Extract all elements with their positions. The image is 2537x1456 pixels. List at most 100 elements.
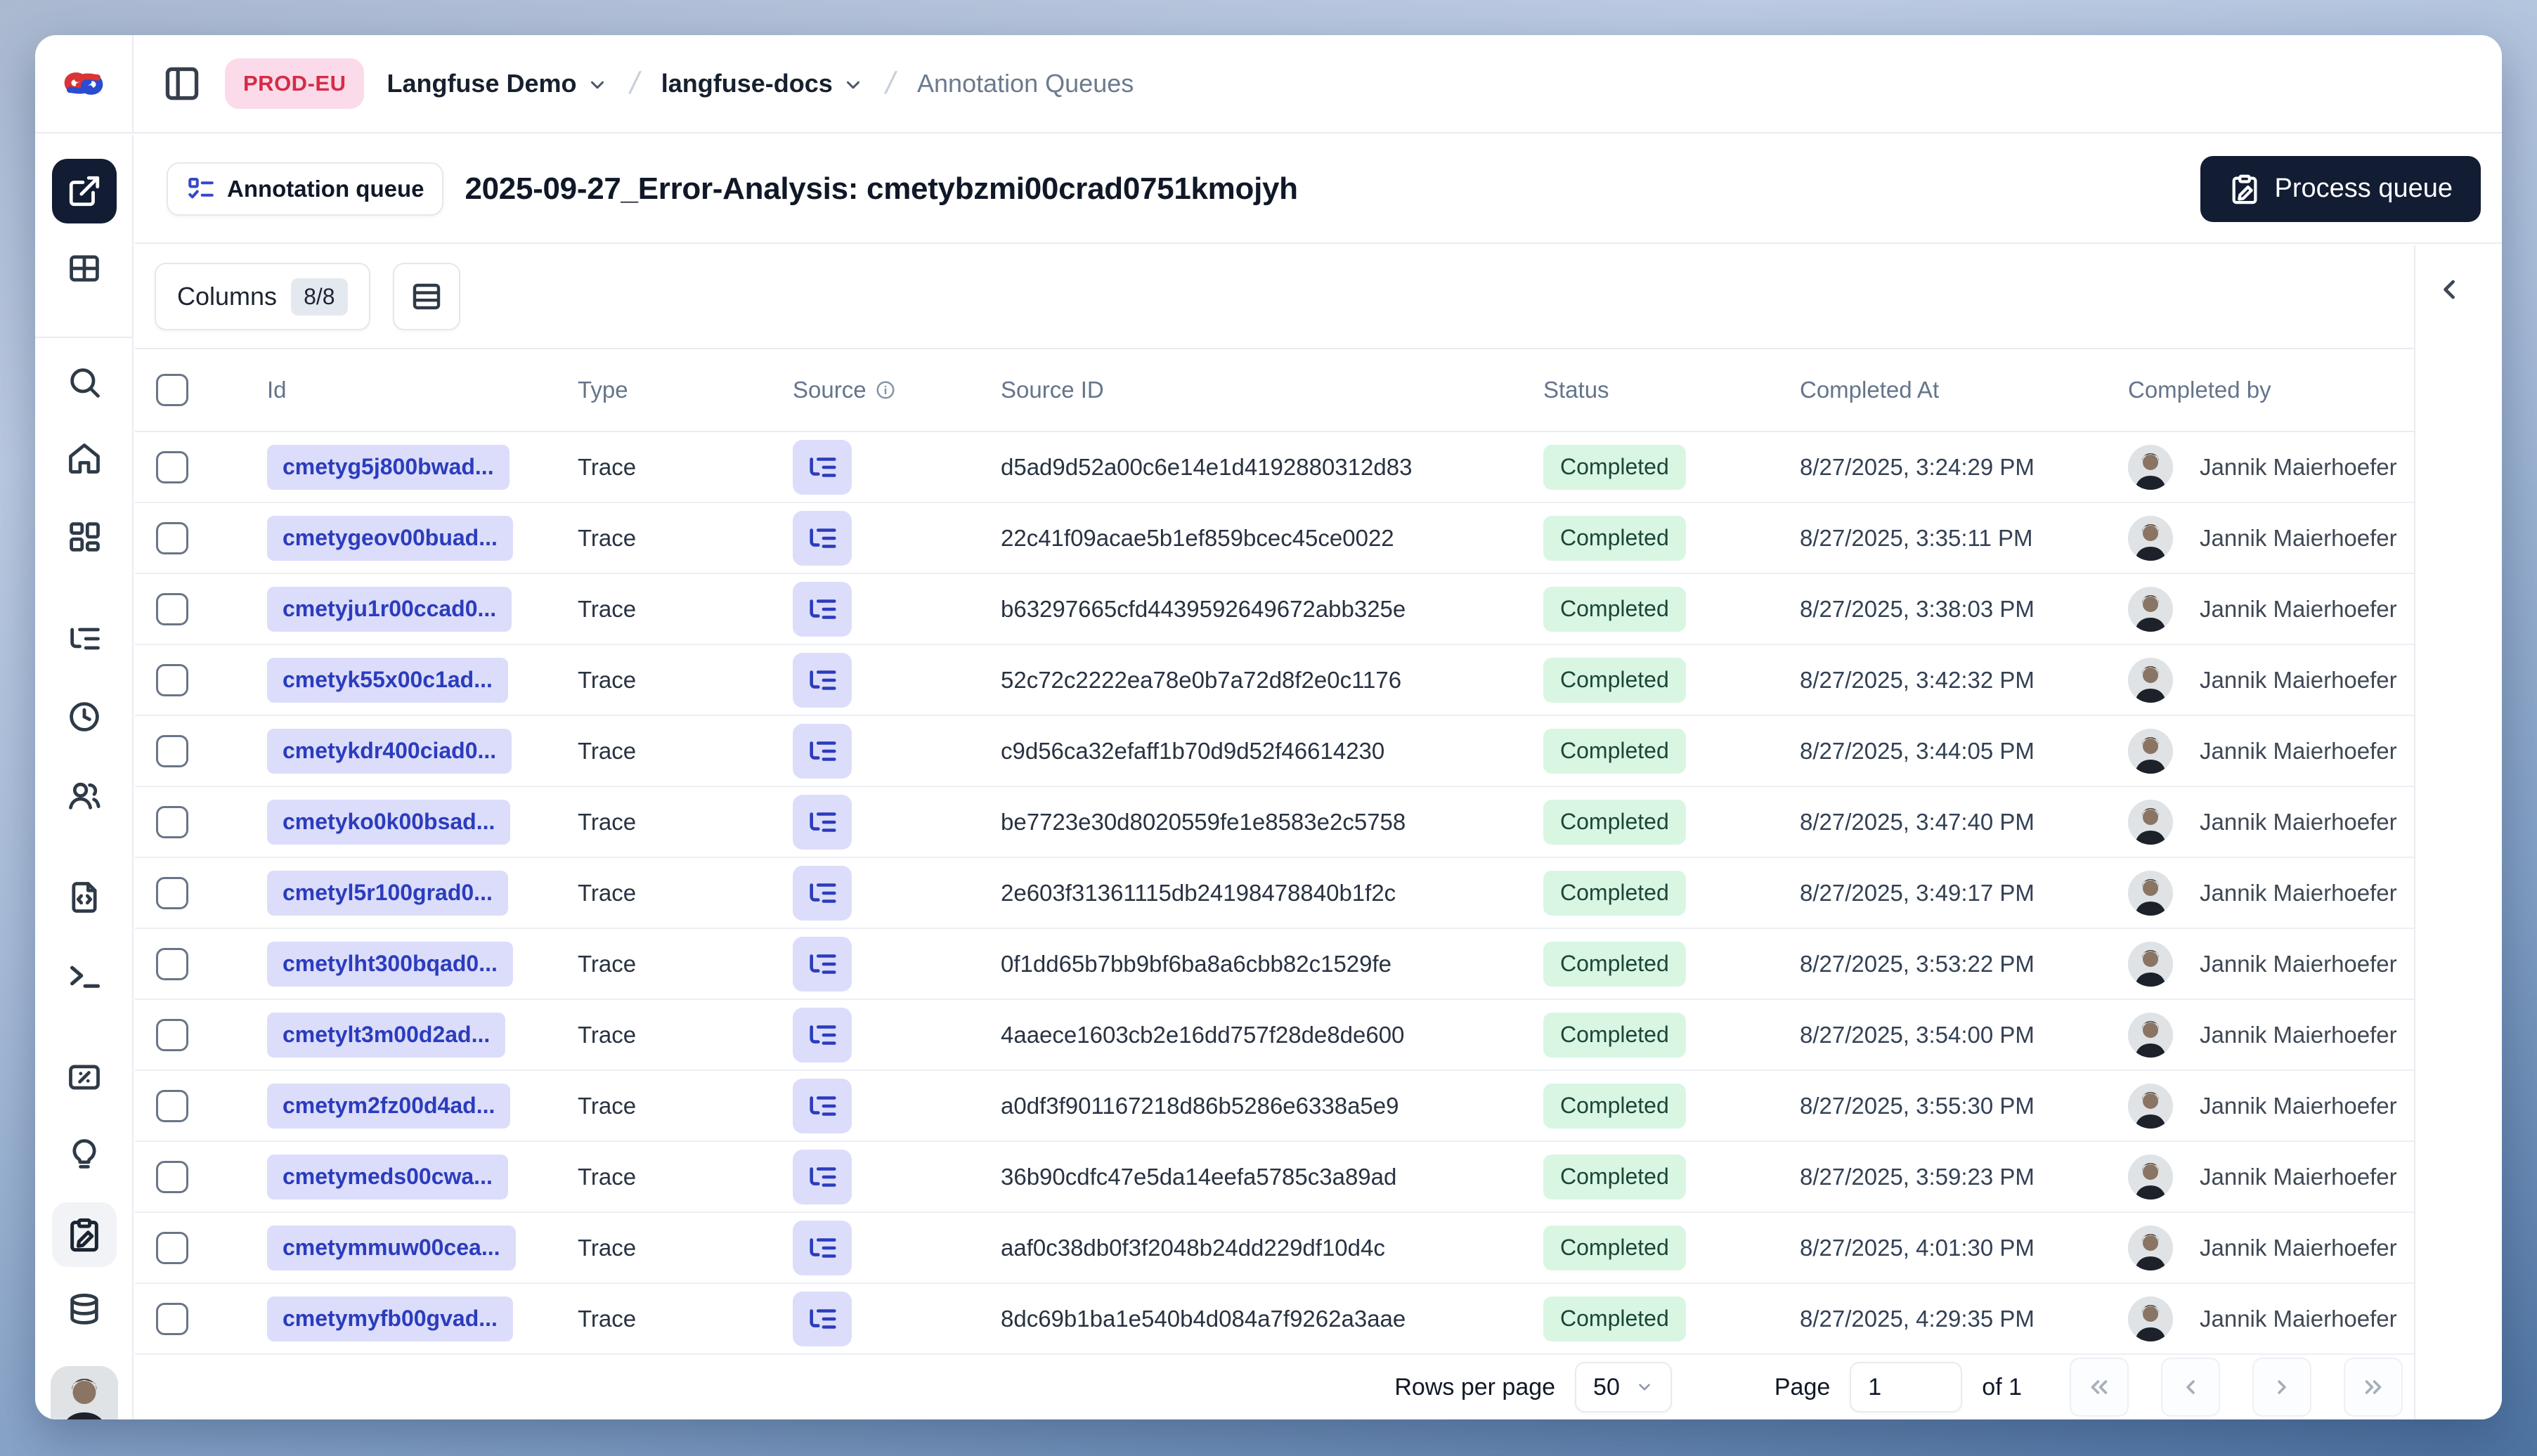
sidebar-item-external-link[interactable] bbox=[52, 159, 117, 223]
item-type: Trace bbox=[578, 666, 637, 693]
row-checkbox[interactable] bbox=[156, 1231, 188, 1264]
source-id: 36b90cdfc47e5da14eefa5785c3a89ad bbox=[1001, 1163, 1397, 1190]
source-trace-button[interactable] bbox=[793, 581, 852, 637]
sidebar-item-clock[interactable] bbox=[35, 697, 134, 736]
sidebar-item-file-code[interactable] bbox=[35, 878, 134, 917]
completed-by-name: Jannik Maierhoefer bbox=[2200, 595, 2397, 622]
item-id-badge[interactable]: cmetymeds00cwa... bbox=[267, 1154, 508, 1200]
columns-button[interactable]: Columns 8/8 bbox=[155, 263, 370, 330]
row-checkbox[interactable] bbox=[156, 1302, 188, 1335]
chevron-left-icon bbox=[2177, 1374, 2204, 1400]
item-id-badge[interactable]: cmetyko0k00bsad... bbox=[267, 799, 511, 845]
row-checkbox[interactable] bbox=[156, 663, 188, 696]
row-checkbox[interactable] bbox=[156, 1018, 188, 1051]
item-id-badge[interactable]: cmetykdr400ciad0... bbox=[267, 728, 512, 774]
item-id-badge[interactable]: cmetyju1r00ccad0... bbox=[267, 586, 512, 632]
source-id: aaf0c38db0f3f2048b24dd229df10d4c bbox=[1001, 1234, 1385, 1261]
source-trace-button[interactable] bbox=[793, 439, 852, 495]
item-type: Trace bbox=[578, 1234, 637, 1261]
item-id-badge[interactable]: cmetygeov00buad... bbox=[267, 515, 513, 561]
completed-by-avatar bbox=[2128, 728, 2173, 774]
row-checkbox[interactable] bbox=[156, 947, 188, 980]
item-id-badge[interactable]: cmetymyfb00gvad... bbox=[267, 1296, 513, 1341]
row-checkbox[interactable] bbox=[156, 805, 188, 838]
page-input[interactable] bbox=[1850, 1362, 1963, 1412]
row-checkbox[interactable] bbox=[156, 592, 188, 625]
org-switcher[interactable]: Langfuse Demo bbox=[387, 69, 607, 98]
sidebar-item-home[interactable] bbox=[35, 438, 134, 478]
project-switcher[interactable]: langfuse-docs bbox=[661, 69, 864, 98]
row-checkbox[interactable] bbox=[156, 734, 188, 767]
table-row: cmetymyfb00gvad... Trace 8dc69b1ba1e540b… bbox=[135, 1284, 2414, 1355]
item-id-badge[interactable]: cmetymmuw00cea... bbox=[267, 1225, 516, 1270]
table-header-completed-at: Completed At bbox=[1800, 377, 1940, 403]
row-checkbox[interactable] bbox=[156, 521, 188, 554]
user-avatar[interactable] bbox=[51, 1366, 118, 1419]
source-trace-button[interactable] bbox=[793, 865, 852, 921]
source-trace-button[interactable] bbox=[793, 794, 852, 850]
status-badge: Completed bbox=[1543, 1012, 1686, 1058]
sidebar-item-terminal[interactable] bbox=[35, 956, 134, 995]
completed-by-avatar bbox=[2128, 1012, 2173, 1058]
rows-icon bbox=[410, 280, 443, 313]
completed-at: 8/27/2025, 3:53:22 PM bbox=[1800, 950, 2035, 977]
sidebar-item-trace-tree[interactable] bbox=[35, 619, 134, 658]
source-trace-button[interactable] bbox=[793, 1078, 852, 1133]
source-id: 22c41f09acae5b1ef859bcec45ce0022 bbox=[1001, 524, 1394, 551]
columns-count-badge: 8/8 bbox=[291, 278, 348, 316]
previous-page-button[interactable] bbox=[2161, 1358, 2220, 1417]
rows-per-page-select[interactable]: 50 bbox=[1575, 1362, 1672, 1412]
source-trace-button[interactable] bbox=[793, 1220, 852, 1275]
sidebar-item-dashboard[interactable] bbox=[35, 517, 134, 557]
sidebar-item-lightbulb[interactable] bbox=[35, 1135, 134, 1174]
completed-by-avatar bbox=[2128, 1083, 2173, 1129]
source-id: b63297665cfd4439592649672abb325e bbox=[1001, 595, 1406, 622]
source-trace-button[interactable] bbox=[793, 510, 852, 566]
source-id: d5ad9d52a00c6e14e1d4192880312d83 bbox=[1001, 453, 1413, 480]
source-trace-button[interactable] bbox=[793, 1291, 852, 1346]
source-trace-button[interactable] bbox=[793, 723, 852, 779]
source-id: a0df3f901167218d86b5286e6338a5e9 bbox=[1001, 1092, 1399, 1119]
clipboard-pen-icon bbox=[2228, 173, 2261, 205]
row-checkbox[interactable] bbox=[156, 450, 188, 483]
sidebar-item-search[interactable] bbox=[35, 363, 134, 402]
completed-at: 8/27/2025, 3:24:29 PM bbox=[1800, 453, 2035, 480]
select-all-checkbox[interactable] bbox=[156, 374, 188, 406]
process-queue-label: Process queue bbox=[2274, 174, 2453, 203]
item-id-badge[interactable]: cmetym2fz00d4ad... bbox=[267, 1083, 511, 1129]
process-queue-button[interactable]: Process queue bbox=[2200, 155, 2481, 222]
completed-by-avatar bbox=[2128, 941, 2173, 987]
sidebar-item-users[interactable] bbox=[35, 776, 134, 815]
queue-type-badge[interactable]: Annotation queue bbox=[167, 162, 444, 216]
completed-by-name: Jannik Maierhoefer bbox=[2200, 666, 2397, 693]
info-icon[interactable] bbox=[875, 379, 896, 401]
first-page-button[interactable] bbox=[2070, 1358, 2129, 1417]
row-checkbox[interactable] bbox=[156, 1089, 188, 1122]
last-page-button[interactable] bbox=[2344, 1358, 2403, 1417]
source-trace-button[interactable] bbox=[793, 936, 852, 992]
chevron-down-icon bbox=[1635, 1378, 1654, 1396]
sidebar-item-annotation-queues[interactable] bbox=[52, 1202, 117, 1267]
source-id: 4aaece1603cb2e16dd757f28de8de600 bbox=[1001, 1021, 1405, 1048]
sidebar-toggle-button[interactable] bbox=[162, 63, 202, 104]
sidebar-divider bbox=[35, 337, 134, 338]
list-tree-icon bbox=[806, 522, 838, 554]
source-trace-button[interactable] bbox=[793, 1149, 852, 1204]
completed-at: 8/27/2025, 3:42:32 PM bbox=[1800, 666, 2035, 693]
row-checkbox[interactable] bbox=[156, 876, 188, 909]
item-id-badge[interactable]: cmetyl5r100grad0... bbox=[267, 870, 508, 916]
sidebar-item-database[interactable] bbox=[35, 1290, 134, 1330]
next-page-button[interactable] bbox=[2252, 1358, 2311, 1417]
item-id-badge[interactable]: cmetylt3m00d2ad... bbox=[267, 1012, 506, 1058]
item-id-badge[interactable]: cmetyg5j800bwad... bbox=[267, 444, 510, 490]
status-badge: Completed bbox=[1543, 728, 1686, 774]
row-checkbox[interactable] bbox=[156, 1160, 188, 1193]
source-trace-button[interactable] bbox=[793, 652, 852, 708]
collapse-panel-button[interactable] bbox=[2434, 265, 2484, 314]
item-id-badge[interactable]: cmetyk55x00c1ad... bbox=[267, 657, 508, 703]
source-trace-button[interactable] bbox=[793, 1007, 852, 1062]
sidebar-item-percent-card[interactable] bbox=[35, 1058, 134, 1097]
item-id-badge[interactable]: cmetylht300bqad0... bbox=[267, 941, 513, 987]
row-height-button[interactable] bbox=[392, 263, 460, 330]
sidebar-item-table-grid[interactable] bbox=[35, 249, 134, 288]
